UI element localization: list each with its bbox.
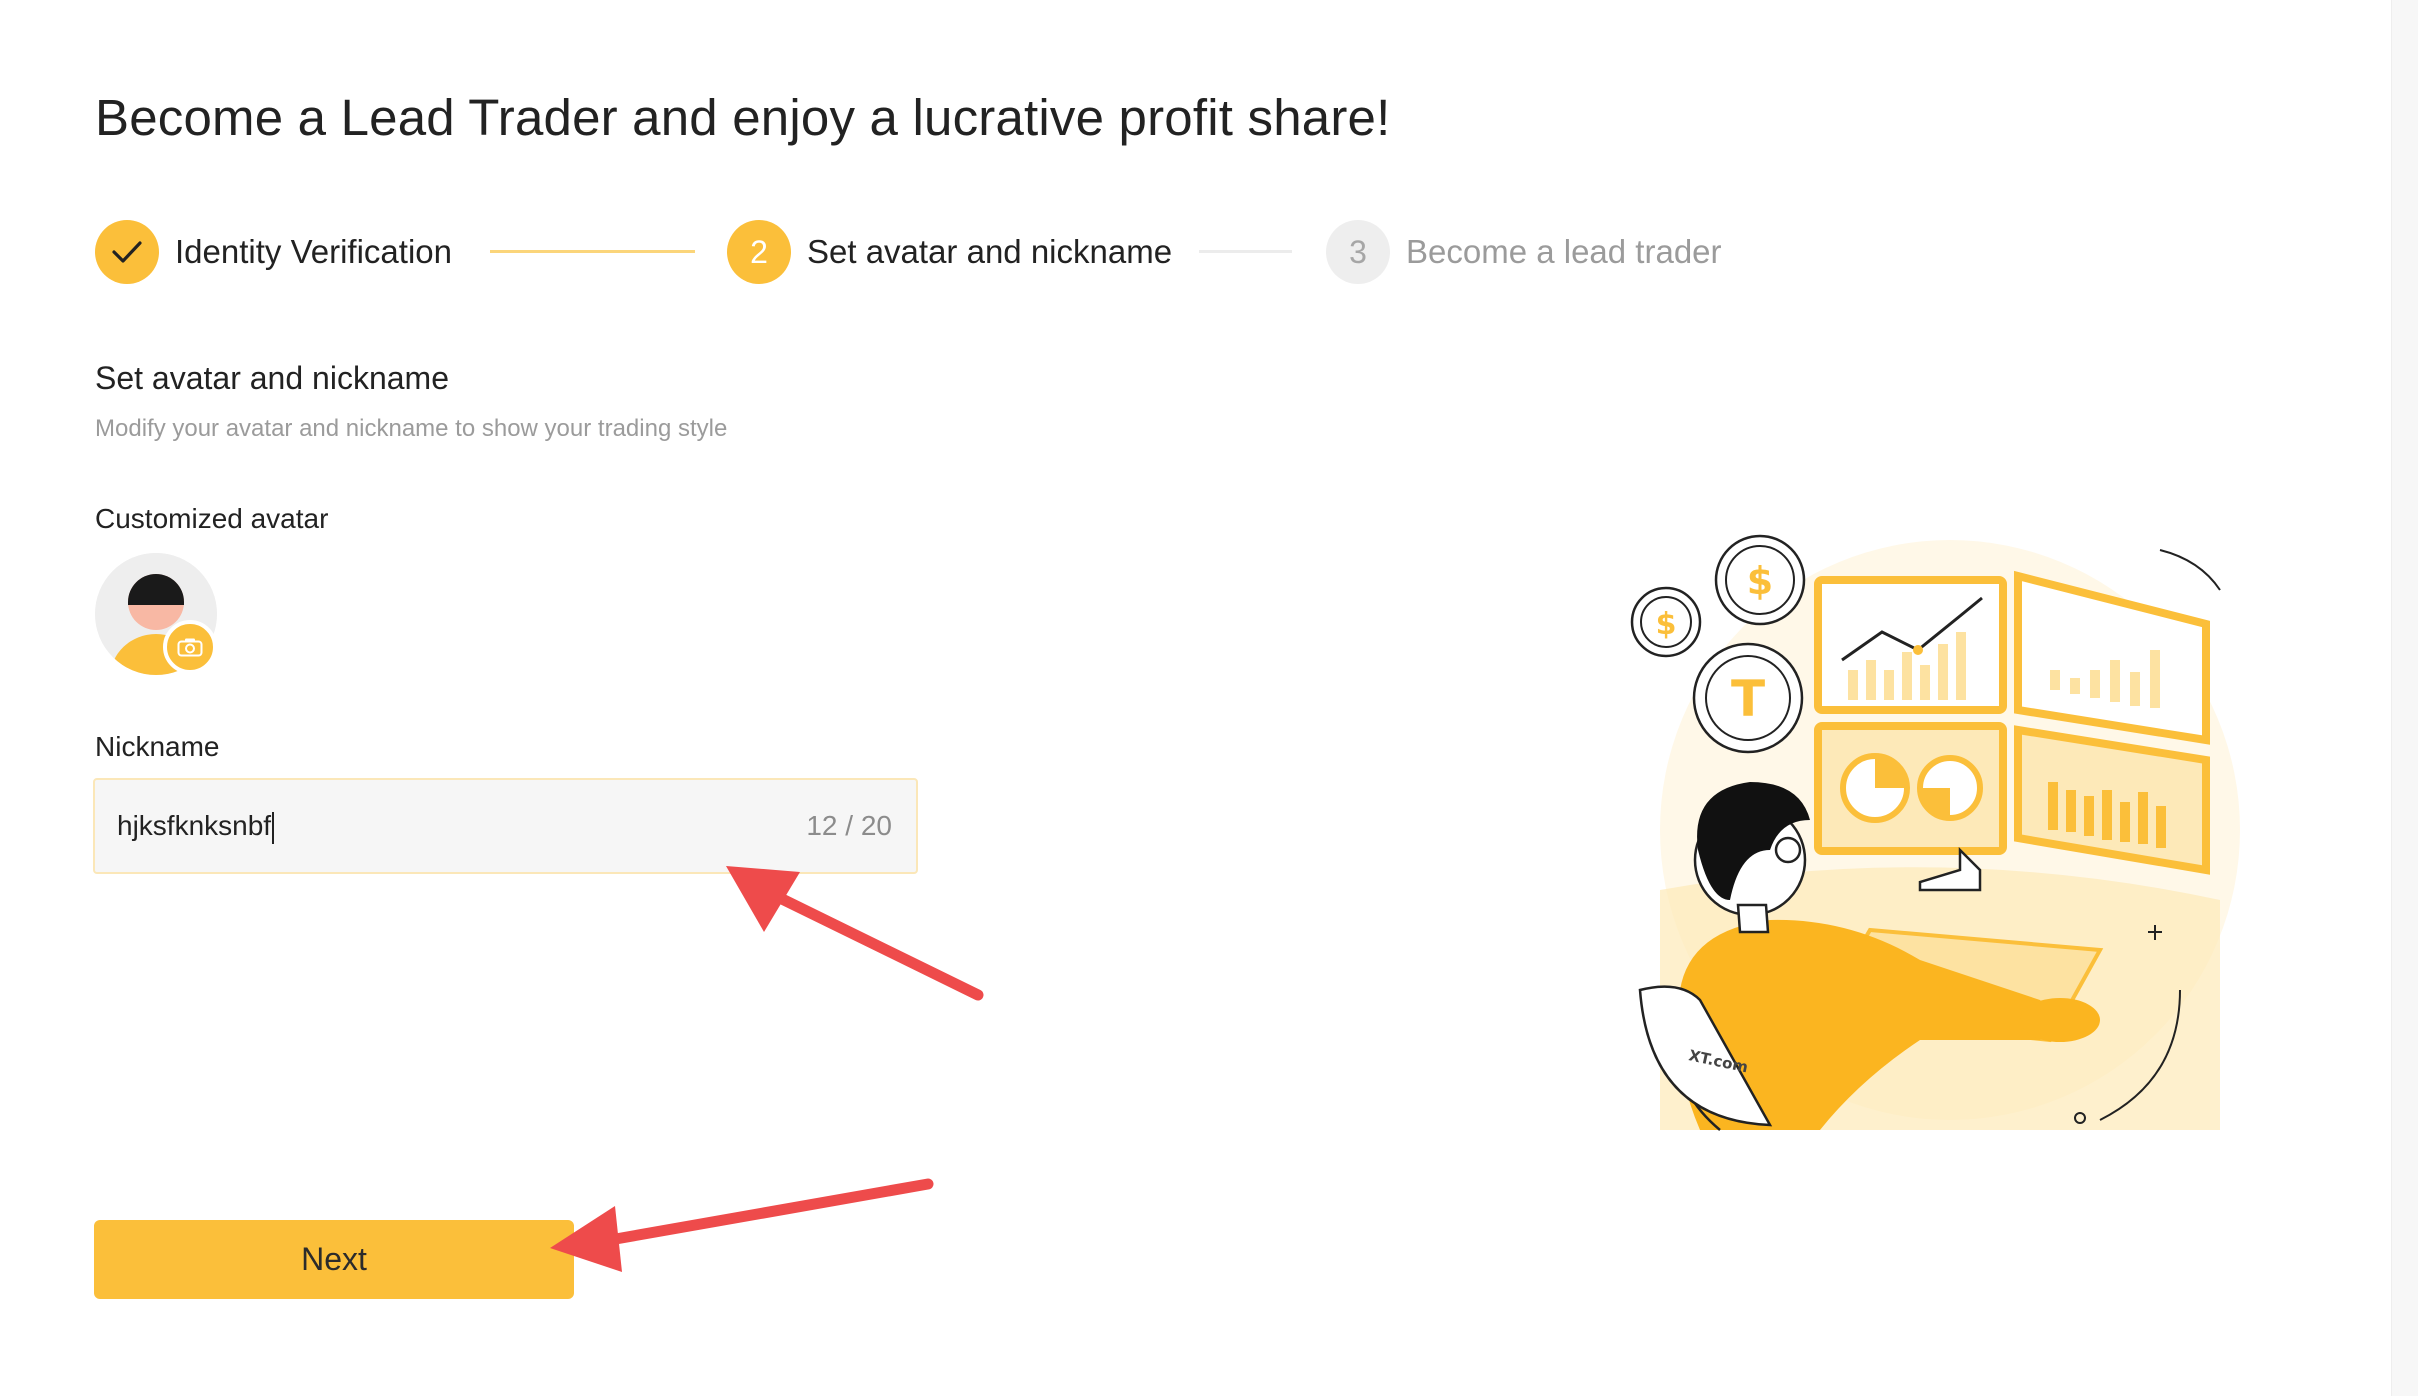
svg-text:T: T bbox=[1731, 670, 1765, 728]
avatar-label: Customized avatar bbox=[95, 503, 329, 534]
trader-illustration: $ $ T XT.com bbox=[1620, 520, 2240, 1140]
step-connector bbox=[490, 250, 695, 253]
step-identity-verification: Identity Verification bbox=[95, 220, 452, 284]
step-number: 2 bbox=[727, 220, 791, 284]
step-connector bbox=[1199, 250, 1292, 253]
svg-text:$: $ bbox=[1747, 559, 1773, 603]
step-number: 3 bbox=[1326, 220, 1390, 284]
annotation-arrow-next bbox=[550, 1178, 934, 1272]
nickname-field[interactable]: hjksfknksnbf 12 / 20 bbox=[93, 778, 918, 874]
nickname-label: Nickname bbox=[95, 731, 220, 762]
next-button[interactable]: Next bbox=[94, 1220, 574, 1299]
step-set-avatar: 2 Set avatar and nickname bbox=[727, 220, 1172, 284]
text-caret bbox=[272, 811, 275, 844]
annotation-arrow-nickname bbox=[726, 866, 984, 1001]
svg-text:$: $ bbox=[1656, 607, 1677, 642]
section-title: Set avatar and nickname bbox=[95, 360, 449, 396]
page: Become a Lead Trader and enjoy a lucrati… bbox=[0, 0, 2418, 1396]
nickname-char-count: 12 / 20 bbox=[806, 810, 892, 841]
section-subtitle: Modify your avatar and nickname to show … bbox=[95, 415, 728, 442]
page-title: Become a Lead Trader and enjoy a lucrati… bbox=[95, 89, 1391, 146]
nickname-input[interactable]: hjksfknksnbf bbox=[117, 780, 275, 872]
step-label: Set avatar and nickname bbox=[807, 233, 1173, 270]
nickname-value: hjksfknksnbf bbox=[117, 810, 272, 841]
step-label: Identity Verification bbox=[175, 233, 452, 270]
scrollbar[interactable] bbox=[2391, 0, 2418, 1396]
step-label: Become a lead trader bbox=[1406, 233, 1722, 270]
step-become-lead-trader: 3 Become a lead trader bbox=[1326, 220, 1722, 284]
camera-icon[interactable] bbox=[163, 620, 217, 674]
check-icon bbox=[95, 220, 159, 284]
